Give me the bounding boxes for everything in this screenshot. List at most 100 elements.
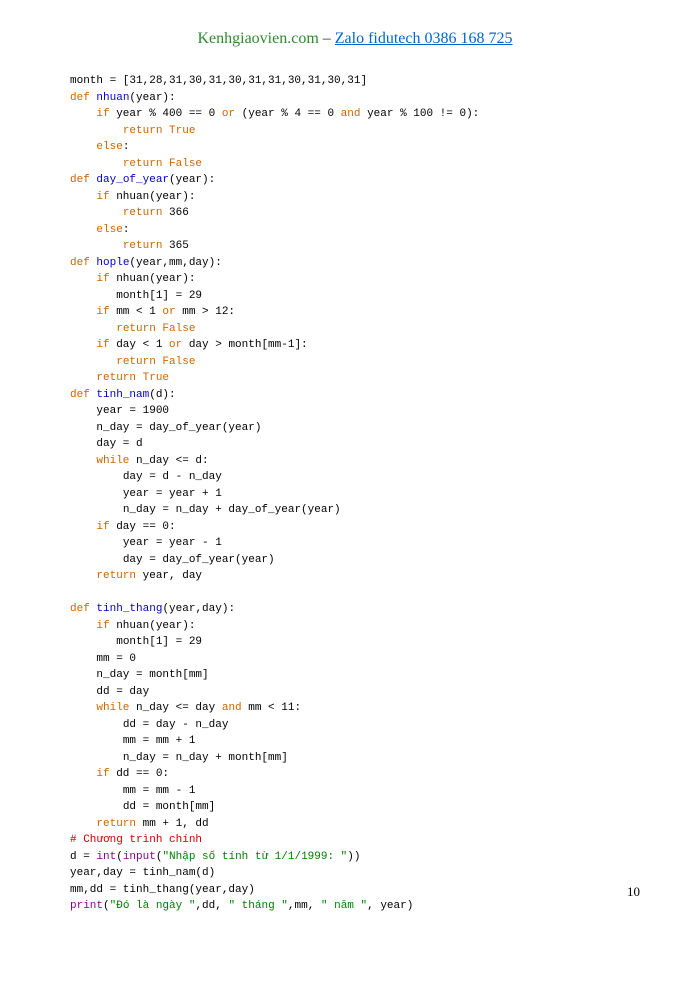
comment: # Chương trình chính bbox=[70, 834, 202, 846]
code-text: n_day = day_of_year(year) bbox=[96, 422, 261, 434]
kw-return: return bbox=[123, 240, 163, 252]
code-text: (year % 4 == 0 bbox=[235, 108, 341, 120]
string: "Đó là ngày " bbox=[110, 900, 196, 912]
kw-or: or bbox=[169, 339, 182, 351]
site-name: Kenhgiaovien.com bbox=[197, 30, 318, 47]
code-text: month[1] = 29 bbox=[116, 636, 202, 648]
code-block: month = [31,28,31,30,31,30,31,31,30,31,3… bbox=[70, 73, 640, 915]
code-text: n_day = n_day + day_of_year(year) bbox=[123, 504, 341, 516]
kw-if: if bbox=[96, 108, 109, 120]
code-text: day > month[mm-1]: bbox=[182, 339, 307, 351]
kw-or: or bbox=[162, 306, 175, 318]
kw-return: return bbox=[116, 323, 156, 335]
kw-return: return bbox=[123, 125, 163, 137]
code-text: d = bbox=[70, 851, 96, 863]
code-text: day = d bbox=[96, 438, 142, 450]
code-text: n_day = month[mm] bbox=[96, 669, 208, 681]
code-text: day == 0: bbox=[110, 521, 176, 533]
code-text: year % 100 != 0): bbox=[360, 108, 479, 120]
code-text: year = 1900 bbox=[96, 405, 169, 417]
fn-name: day_of_year bbox=[90, 174, 169, 186]
kw-while: while bbox=[96, 702, 129, 714]
page-number: 10 bbox=[627, 884, 640, 900]
code-text: year = year - 1 bbox=[123, 537, 222, 549]
kw-return: return bbox=[96, 372, 136, 384]
code-text: dd = month[mm] bbox=[123, 801, 215, 813]
code-text: mm = mm - 1 bbox=[123, 785, 196, 797]
code-text: nhuan(year): bbox=[110, 273, 196, 285]
code-text: day = d - n_day bbox=[123, 471, 222, 483]
code-text: year = year + 1 bbox=[123, 488, 222, 500]
string: "Nhập số tính từ 1/1/1999: " bbox=[162, 851, 347, 863]
kw-true: True bbox=[162, 125, 195, 137]
fn-name: hople bbox=[90, 257, 130, 269]
kw-def: def bbox=[70, 389, 90, 401]
kw-and: and bbox=[222, 702, 242, 714]
code-text: day = day_of_year(year) bbox=[123, 554, 275, 566]
kw-if: if bbox=[96, 306, 109, 318]
code-text: year, day bbox=[136, 570, 202, 582]
kw-return: return bbox=[96, 570, 136, 582]
kw-def: def bbox=[70, 257, 90, 269]
code-text: ( bbox=[103, 900, 110, 912]
kw-true: True bbox=[136, 372, 169, 384]
code-text: month[1] = 29 bbox=[116, 290, 202, 302]
fn-name: nhuan bbox=[90, 92, 130, 104]
kw-return: return bbox=[123, 158, 163, 170]
kw-if: if bbox=[96, 339, 109, 351]
kw-return: return bbox=[96, 818, 136, 830]
code-text: mm = 0 bbox=[96, 653, 136, 665]
code-text: : bbox=[123, 224, 130, 236]
kw-if: if bbox=[96, 521, 109, 533]
code-text: ,mm, bbox=[288, 900, 321, 912]
code-text: nhuan(year): bbox=[110, 620, 196, 632]
code-text: 366 bbox=[162, 207, 188, 219]
string: " tháng " bbox=[228, 900, 287, 912]
code-text: (year): bbox=[129, 92, 175, 104]
kw-false: False bbox=[156, 356, 196, 368]
code-text: dd == 0: bbox=[110, 768, 169, 780]
kw-return: return bbox=[116, 356, 156, 368]
code-text: , year) bbox=[367, 900, 413, 912]
code-text: (d): bbox=[149, 389, 175, 401]
header-dash: – bbox=[319, 30, 335, 47]
kw-false: False bbox=[156, 323, 196, 335]
code-text: mm < 11: bbox=[242, 702, 301, 714]
code-text: year % 400 == 0 bbox=[110, 108, 222, 120]
code-text: mm = mm + 1 bbox=[123, 735, 196, 747]
code-text: (year,day): bbox=[162, 603, 235, 615]
code-text: nhuan(year): bbox=[110, 191, 196, 203]
code-text: (year,mm,day): bbox=[129, 257, 221, 269]
code-text: dd = day - n_day bbox=[123, 719, 229, 731]
code-text: (year): bbox=[169, 174, 215, 186]
code-text: mm,dd = tinh_thang(year,day) bbox=[70, 884, 255, 896]
code-text: : bbox=[123, 141, 130, 153]
kw-else: else bbox=[96, 224, 122, 236]
kw-or: or bbox=[222, 108, 235, 120]
kw-if: if bbox=[96, 620, 109, 632]
code-text: dd = day bbox=[96, 686, 149, 698]
code-text: mm + 1, dd bbox=[136, 818, 209, 830]
kw-and: and bbox=[341, 108, 361, 120]
fn-name: tinh_thang bbox=[90, 603, 163, 615]
page-header: Kenhgiaovien.com – Zalo fidutech 0386 16… bbox=[70, 30, 640, 48]
code-text: mm > 12: bbox=[176, 306, 235, 318]
code-text: ,dd, bbox=[195, 900, 228, 912]
zalo-link[interactable]: Zalo fidutech 0386 168 725 bbox=[335, 30, 513, 47]
code-text: n_day <= day bbox=[129, 702, 221, 714]
code-text: )) bbox=[347, 851, 360, 863]
builtin: input bbox=[123, 851, 156, 863]
kw-return: return bbox=[123, 207, 163, 219]
kw-if: if bbox=[96, 191, 109, 203]
code-text: n_day = n_day + month[mm] bbox=[123, 752, 288, 764]
string: " năm " bbox=[321, 900, 367, 912]
code-text: mm < 1 bbox=[110, 306, 163, 318]
kw-if: if bbox=[96, 273, 109, 285]
code-text: n_day <= d: bbox=[129, 455, 208, 467]
builtin: print bbox=[70, 900, 103, 912]
code-text: ( bbox=[116, 851, 123, 863]
code-line: month = [31,28,31,30,31,30,31,31,30,31,3… bbox=[70, 75, 367, 87]
kw-false: False bbox=[162, 158, 202, 170]
fn-name: tinh_nam bbox=[90, 389, 149, 401]
code-text: year,day = tinh_nam(d) bbox=[70, 867, 215, 879]
